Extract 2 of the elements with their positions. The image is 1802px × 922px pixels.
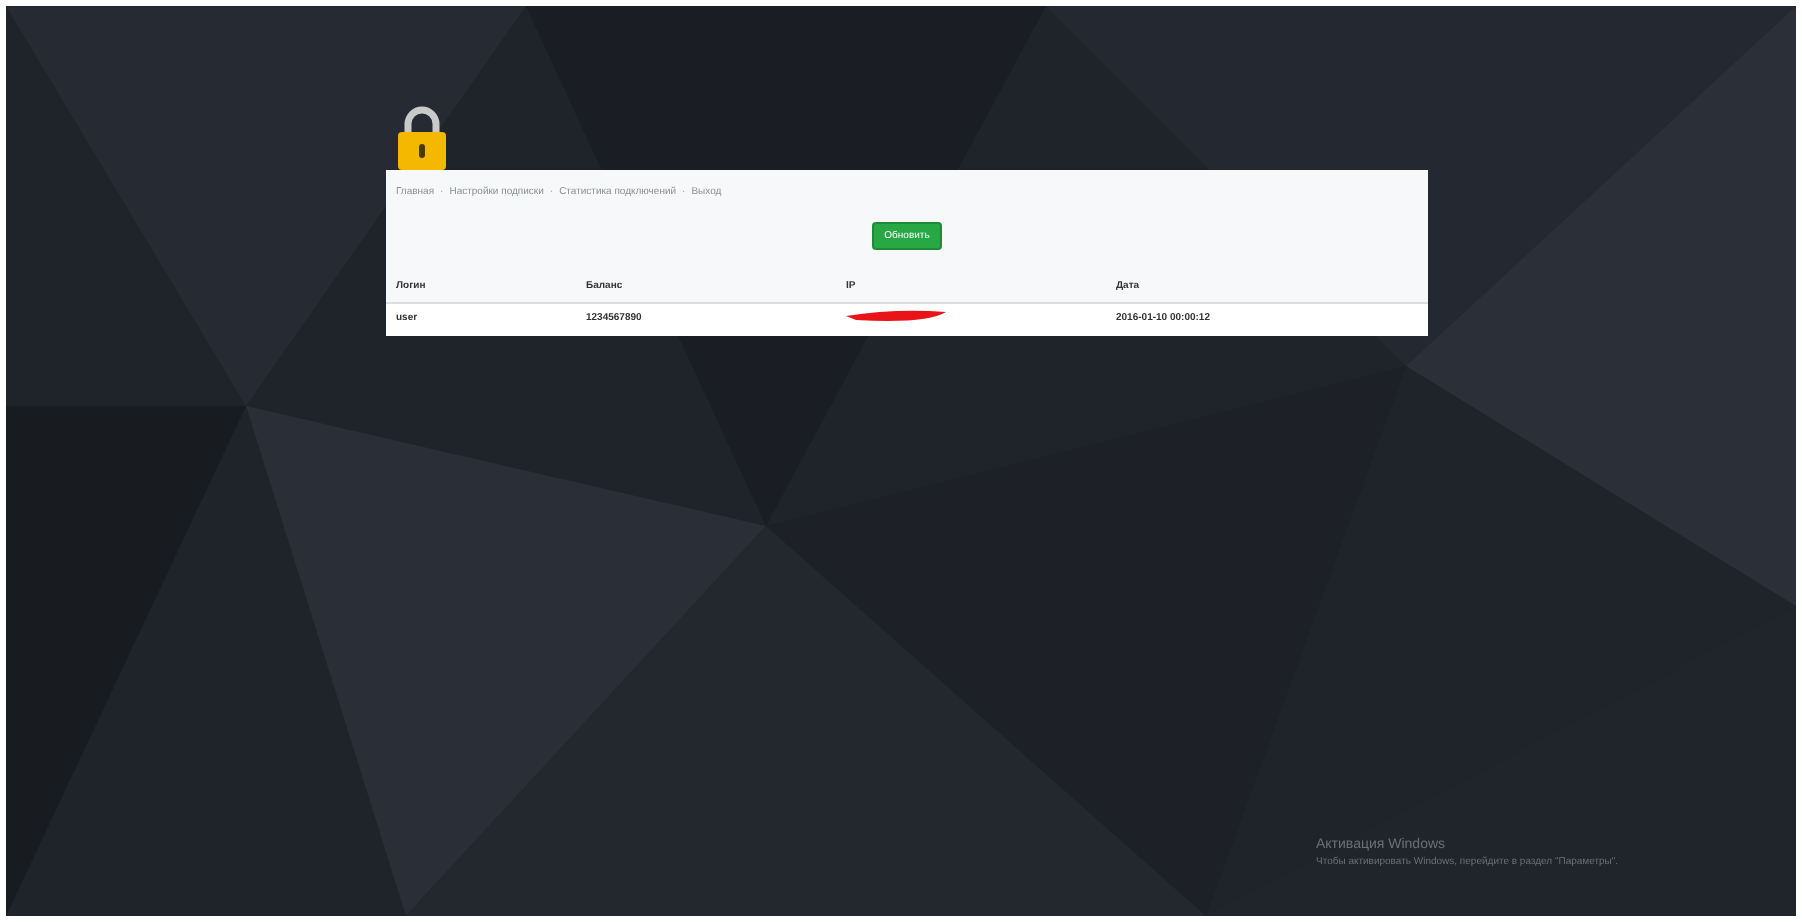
redaction-mark [846,308,946,324]
padlock-icon [396,106,448,170]
